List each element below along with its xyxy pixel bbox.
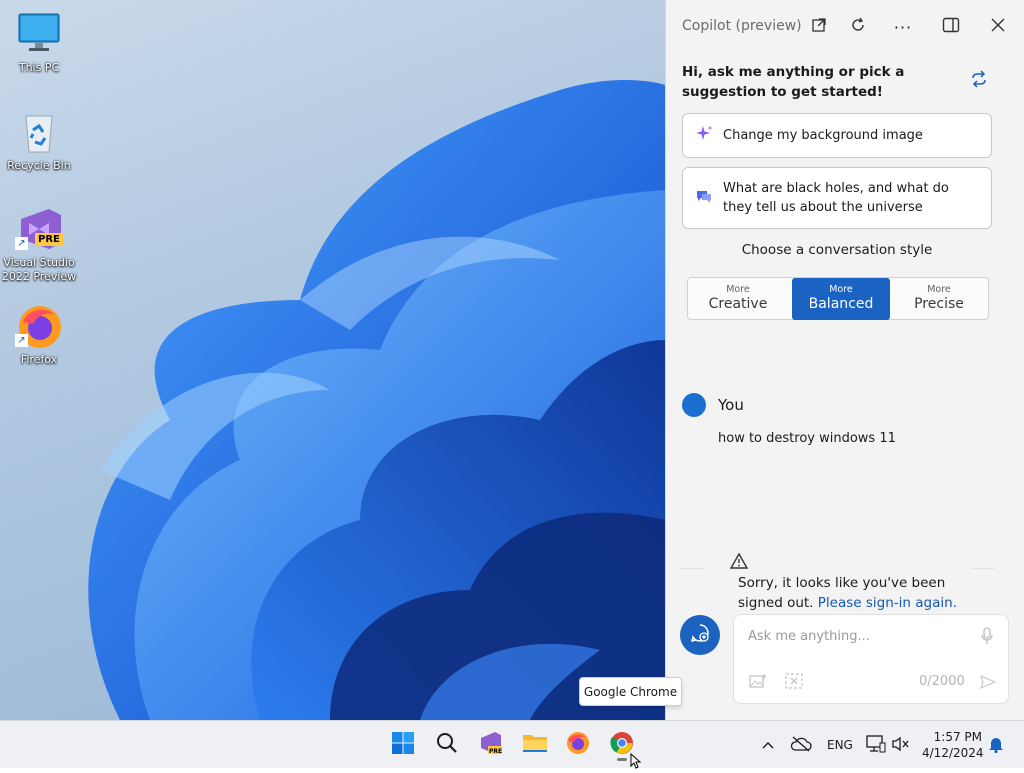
add-image-icon[interactable] (749, 673, 767, 693)
style-creative-button[interactable]: More Creative (689, 278, 787, 319)
taskbar-visual-studio[interactable]: PRE (476, 730, 506, 760)
style-balanced-button[interactable]: More Balanced (792, 278, 890, 320)
visual-studio-icon: PRE ↗ (15, 205, 63, 253)
conversation-style-label: Choose a conversation style (741, 242, 933, 258)
refresh-button[interactable] (844, 14, 872, 40)
warning-icon (729, 552, 749, 573)
chevron-up-icon (762, 738, 774, 752)
chat-bubble-icon (695, 187, 713, 209)
divider (680, 568, 704, 569)
visual-studio-icon: PRE (478, 730, 504, 760)
cloud-offline-icon (790, 736, 812, 755)
preview-badge: PRE (35, 233, 63, 246)
suggestion-black-holes[interactable]: What are black holes, and what do they t… (682, 167, 992, 229)
swap-arrows-icon (970, 70, 988, 92)
character-counter: 0/2000 (919, 674, 965, 689)
clock[interactable]: 1:57 PM 4/12/2024 (922, 729, 984, 761)
file-explorer-icon (522, 732, 548, 758)
taskbar-firefox[interactable] (563, 730, 593, 760)
notifications-button[interactable] (988, 721, 1004, 769)
desktop-wallpaper: This PC Recycle Bin PRE ↗ Visual Studio … (0, 0, 665, 720)
style-precise-button[interactable]: More Precise (890, 278, 988, 319)
microphone-icon[interactable] (980, 627, 994, 649)
desktop-icon-label: Visual Studio 2022 Preview (1, 256, 77, 283)
signed-out-warning: Sorry, it looks like you've been signed … (729, 551, 990, 613)
open-external-icon (811, 17, 827, 37)
chrome-tooltip: Google Chrome (579, 677, 682, 706)
new-topic-button[interactable] (680, 615, 720, 655)
bell-icon (988, 735, 1004, 756)
copilot-panel: Copilot (preview) ··· Hi, ask me anythin… (665, 0, 1024, 720)
style-name: Creative (708, 296, 768, 312)
onedrive-tray[interactable] (790, 721, 812, 769)
style-name: Balanced (808, 296, 874, 312)
new-chat-icon (690, 623, 710, 647)
clock-date: 4/12/2024 (922, 746, 984, 760)
show-hidden-icons-button[interactable] (762, 721, 774, 769)
conversation-style-selector: More Creative More Balanced More Precise (687, 277, 989, 320)
desktop-icon-this-pc[interactable]: This PC (1, 10, 77, 75)
desktop-icon-firefox[interactable]: ↗ Firefox (1, 302, 77, 367)
suggestion-text: Change my background image (723, 128, 923, 143)
suggestion-change-background[interactable]: Change my background image (682, 113, 992, 158)
speaker-muted-icon (892, 736, 910, 755)
desktop-icon-recycle-bin[interactable]: Recycle Bin (1, 108, 77, 173)
chat-input[interactable]: Ask me anything... (748, 629, 870, 644)
refresh-suggestions-button[interactable] (970, 70, 988, 92)
shortcut-arrow-icon: ↗ (15, 237, 28, 250)
search-icon (436, 732, 458, 758)
firefox-icon: ↗ (15, 302, 63, 350)
desktop-icon-label: Recycle Bin (7, 159, 71, 172)
user-name: You (718, 396, 744, 414)
desktop-icon-visual-studio[interactable]: PRE ↗ Visual Studio 2022 Preview (1, 205, 77, 284)
dock-panel-icon (942, 17, 960, 37)
user-message: how to destroy windows 11 (718, 431, 896, 446)
send-icon[interactable] (979, 674, 997, 694)
style-qualifier: More (927, 284, 951, 295)
shortcut-arrow-icon: ↗ (15, 334, 28, 347)
desktop-icon-label: Firefox (20, 353, 58, 366)
copilot-title: Copilot (preview) (682, 18, 802, 34)
network-monitor-icon (866, 734, 886, 756)
user-avatar (682, 393, 706, 417)
taskbar-file-explorer[interactable] (520, 730, 550, 760)
style-qualifier: More (829, 284, 853, 295)
clock-time: 1:57 PM (933, 730, 982, 744)
mouse-cursor-icon (630, 752, 642, 773)
svg-text:PRE: PRE (489, 748, 502, 755)
style-qualifier: More (726, 284, 750, 295)
ellipsis-icon: ··· (893, 17, 913, 37)
desktop-icon-label: This PC (18, 61, 60, 74)
recycle-bin-icon (15, 108, 63, 156)
search-button[interactable] (432, 730, 462, 760)
chat-input-box[interactable]: Ask me anything... 0/2000 (733, 614, 1009, 704)
start-button[interactable] (388, 730, 418, 760)
running-indicator (617, 758, 627, 761)
more-options-button[interactable]: ··· (889, 14, 917, 40)
volume-tray[interactable] (892, 721, 910, 769)
wallpaper-bloom (88, 80, 665, 720)
screenshot-icon[interactable] (785, 673, 803, 693)
sign-in-link[interactable]: Please sign-in again. (818, 595, 957, 611)
style-name: Precise (914, 296, 964, 312)
firefox-icon (566, 731, 590, 759)
close-button[interactable] (984, 14, 1012, 40)
open-external-button[interactable] (805, 14, 833, 40)
suggestion-text: What are black holes, and what do they t… (723, 181, 949, 215)
refresh-icon (850, 17, 866, 37)
greeting-text: Hi, ask me anything or pick a suggestion… (682, 64, 905, 100)
taskbar: PRE ENG 1:57 PM 4/12/2024 (0, 720, 1024, 769)
language-indicator[interactable]: ENG (827, 721, 853, 769)
windows-start-icon (391, 731, 415, 759)
network-tray[interactable] (866, 721, 886, 769)
dock-side-button[interactable] (937, 14, 965, 40)
monitor-icon (15, 10, 63, 58)
close-icon (991, 18, 1005, 36)
sparkle-icon (695, 125, 713, 147)
